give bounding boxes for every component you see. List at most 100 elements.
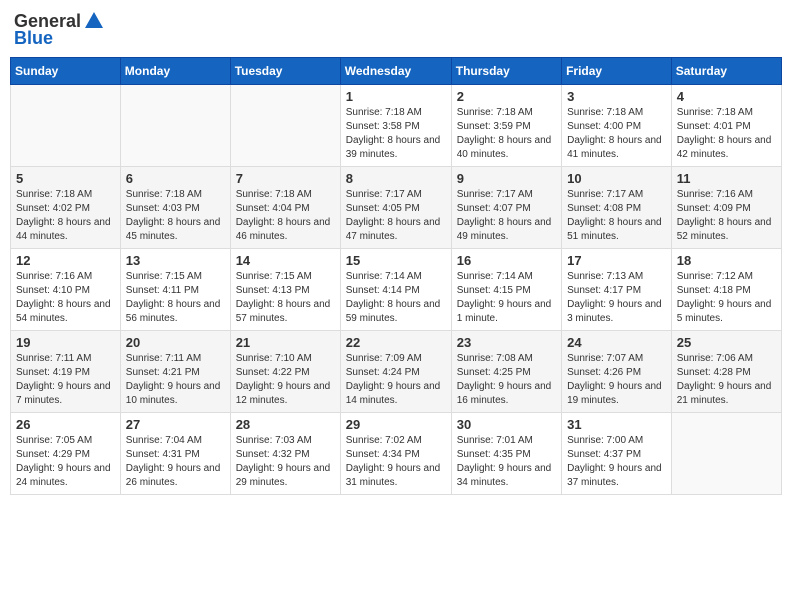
day-number: 8 [346,171,446,186]
day-info: Sunrise: 7:17 AM Sunset: 4:08 PM Dayligh… [567,188,666,244]
day-info: Sunrise: 7:06 AM Sunset: 4:28 PM Dayligh… [677,352,776,408]
day-number: 27 [126,417,225,432]
week-row-5: 26 Sunrise: 7:05 AM Sunset: 4:29 PM Dayli… [11,413,782,495]
day-info: Sunrise: 7:11 AM Sunset: 4:19 PM Dayligh… [16,352,115,408]
day-number: 9 [457,171,556,186]
day-number: 22 [346,335,446,350]
calendar-cell: 3 Sunrise: 7:18 AM Sunset: 4:00 PM Daylig… [562,85,672,167]
calendar-cell: 8 Sunrise: 7:17 AM Sunset: 4:05 PM Daylig… [340,167,451,249]
day-info: Sunrise: 7:10 AM Sunset: 4:22 PM Dayligh… [236,352,335,408]
calendar-cell: 31Sunrise: 7:00 AM Sunset: 4:37 PM Dayli… [562,413,672,495]
logo-icon [83,10,105,32]
day-info: Sunrise: 7:18 AM Sunset: 4:00 PM Dayligh… [567,106,666,162]
day-info: Sunrise: 7:14 AM Sunset: 4:14 PM Dayligh… [346,270,446,326]
day-info: Sunrise: 7:01 AM Sunset: 4:35 PM Dayligh… [457,434,556,490]
logo: General Blue [14,10,105,49]
calendar-cell: 19 Sunrise: 7:11 AM Sunset: 4:19 PM Dayli… [11,331,121,413]
calendar-cell: 13 Sunrise: 7:15 AM Sunset: 4:11 PM Dayli… [120,249,230,331]
day-number: 14 [236,253,335,268]
calendar-cell: 26 Sunrise: 7:05 AM Sunset: 4:29 PM Dayli… [11,413,121,495]
calendar-cell: 20Sunrise: 7:11 AM Sunset: 4:21 PM Dayli… [120,331,230,413]
calendar-cell: 17 Sunrise: 7:13 AM Sunset: 4:17 PM Dayli… [562,249,672,331]
page-header: General Blue [10,10,782,49]
calendar-cell: 10Sunrise: 7:17 AM Sunset: 4:08 PM Dayli… [562,167,672,249]
weekday-header-friday: Friday [562,58,672,85]
week-row-2: 5Sunrise: 7:18 AM Sunset: 4:02 PM Daylig… [11,167,782,249]
weekday-header-row: SundayMondayTuesdayWednesdayThursdayFrid… [11,58,782,85]
day-number: 26 [16,417,115,432]
day-info: Sunrise: 7:03 AM Sunset: 4:32 PM Dayligh… [236,434,335,490]
weekday-header-sunday: Sunday [11,58,121,85]
calendar-cell: 21 Sunrise: 7:10 AM Sunset: 4:22 PM Dayli… [230,331,340,413]
calendar-cell [120,85,230,167]
calendar-cell: 23 Sunrise: 7:08 AM Sunset: 4:25 PM Dayli… [451,331,561,413]
logo-blue-text: Blue [14,28,53,49]
day-number: 17 [567,253,666,268]
day-info: Sunrise: 7:02 AM Sunset: 4:34 PM Dayligh… [346,434,446,490]
calendar-cell: 2 Sunrise: 7:18 AM Sunset: 3:59 PM Daylig… [451,85,561,167]
calendar-cell: 27 Sunrise: 7:04 AM Sunset: 4:31 PM Dayli… [120,413,230,495]
day-number: 29 [346,417,446,432]
week-row-3: 12 Sunrise: 7:16 AM Sunset: 4:10 PM Dayli… [11,249,782,331]
day-number: 18 [677,253,776,268]
day-info: Sunrise: 7:18 AM Sunset: 4:01 PM Dayligh… [677,106,776,162]
calendar-cell: 5Sunrise: 7:18 AM Sunset: 4:02 PM Daylig… [11,167,121,249]
day-info: Sunrise: 7:18 AM Sunset: 3:59 PM Dayligh… [457,106,556,162]
calendar-cell: 29 Sunrise: 7:02 AM Sunset: 4:34 PM Dayli… [340,413,451,495]
day-info: Sunrise: 7:04 AM Sunset: 4:31 PM Dayligh… [126,434,225,490]
day-info: Sunrise: 7:14 AM Sunset: 4:15 PM Dayligh… [457,270,556,326]
day-info: Sunrise: 7:18 AM Sunset: 4:03 PM Dayligh… [126,188,225,244]
week-row-1: 1Sunrise: 7:18 AM Sunset: 3:58 PM Daylig… [11,85,782,167]
day-info: Sunrise: 7:15 AM Sunset: 4:13 PM Dayligh… [236,270,335,326]
day-number: 13 [126,253,225,268]
weekday-header-monday: Monday [120,58,230,85]
day-info: Sunrise: 7:12 AM Sunset: 4:18 PM Dayligh… [677,270,776,326]
calendar-cell [11,85,121,167]
day-number: 25 [677,335,776,350]
calendar-cell: 15Sunrise: 7:14 AM Sunset: 4:14 PM Dayli… [340,249,451,331]
calendar-cell: 24 Sunrise: 7:07 AM Sunset: 4:26 PM Dayli… [562,331,672,413]
day-number: 20 [126,335,225,350]
day-number: 4 [677,89,776,104]
calendar-cell: 28 Sunrise: 7:03 AM Sunset: 4:32 PM Dayli… [230,413,340,495]
day-info: Sunrise: 7:08 AM Sunset: 4:25 PM Dayligh… [457,352,556,408]
day-info: Sunrise: 7:15 AM Sunset: 4:11 PM Dayligh… [126,270,225,326]
calendar-cell: 16 Sunrise: 7:14 AM Sunset: 4:15 PM Dayli… [451,249,561,331]
weekday-header-tuesday: Tuesday [230,58,340,85]
calendar-cell: 25 Sunrise: 7:06 AM Sunset: 4:28 PM Dayli… [671,331,781,413]
day-number: 24 [567,335,666,350]
day-info: Sunrise: 7:16 AM Sunset: 4:10 PM Dayligh… [16,270,115,326]
day-number: 3 [567,89,666,104]
day-info: Sunrise: 7:18 AM Sunset: 4:04 PM Dayligh… [236,188,335,244]
day-number: 6 [126,171,225,186]
calendar-cell: 7 Sunrise: 7:18 AM Sunset: 4:04 PM Daylig… [230,167,340,249]
day-number: 16 [457,253,556,268]
day-number: 19 [16,335,115,350]
day-info: Sunrise: 7:17 AM Sunset: 4:07 PM Dayligh… [457,188,556,244]
calendar-cell: 18 Sunrise: 7:12 AM Sunset: 4:18 PM Dayli… [671,249,781,331]
day-info: Sunrise: 7:17 AM Sunset: 4:05 PM Dayligh… [346,188,446,244]
day-number: 11 [677,171,776,186]
weekday-header-thursday: Thursday [451,58,561,85]
calendar-cell: 1Sunrise: 7:18 AM Sunset: 3:58 PM Daylig… [340,85,451,167]
day-info: Sunrise: 7:13 AM Sunset: 4:17 PM Dayligh… [567,270,666,326]
calendar-cell: 9 Sunrise: 7:17 AM Sunset: 4:07 PM Daylig… [451,167,561,249]
day-number: 7 [236,171,335,186]
day-number: 1 [346,89,446,104]
weekday-header-wednesday: Wednesday [340,58,451,85]
calendar-cell [230,85,340,167]
week-row-4: 19 Sunrise: 7:11 AM Sunset: 4:19 PM Dayli… [11,331,782,413]
day-info: Sunrise: 7:05 AM Sunset: 4:29 PM Dayligh… [16,434,115,490]
weekday-header-saturday: Saturday [671,58,781,85]
calendar-cell: 6 Sunrise: 7:18 AM Sunset: 4:03 PM Daylig… [120,167,230,249]
calendar-cell: 30Sunrise: 7:01 AM Sunset: 4:35 PM Dayli… [451,413,561,495]
calendar-cell: 14 Sunrise: 7:15 AM Sunset: 4:13 PM Dayli… [230,249,340,331]
day-info: Sunrise: 7:07 AM Sunset: 4:26 PM Dayligh… [567,352,666,408]
day-number: 28 [236,417,335,432]
day-number: 12 [16,253,115,268]
day-number: 21 [236,335,335,350]
day-number: 2 [457,89,556,104]
day-info: Sunrise: 7:16 AM Sunset: 4:09 PM Dayligh… [677,188,776,244]
day-info: Sunrise: 7:00 AM Sunset: 4:37 PM Dayligh… [567,434,666,490]
day-number: 23 [457,335,556,350]
